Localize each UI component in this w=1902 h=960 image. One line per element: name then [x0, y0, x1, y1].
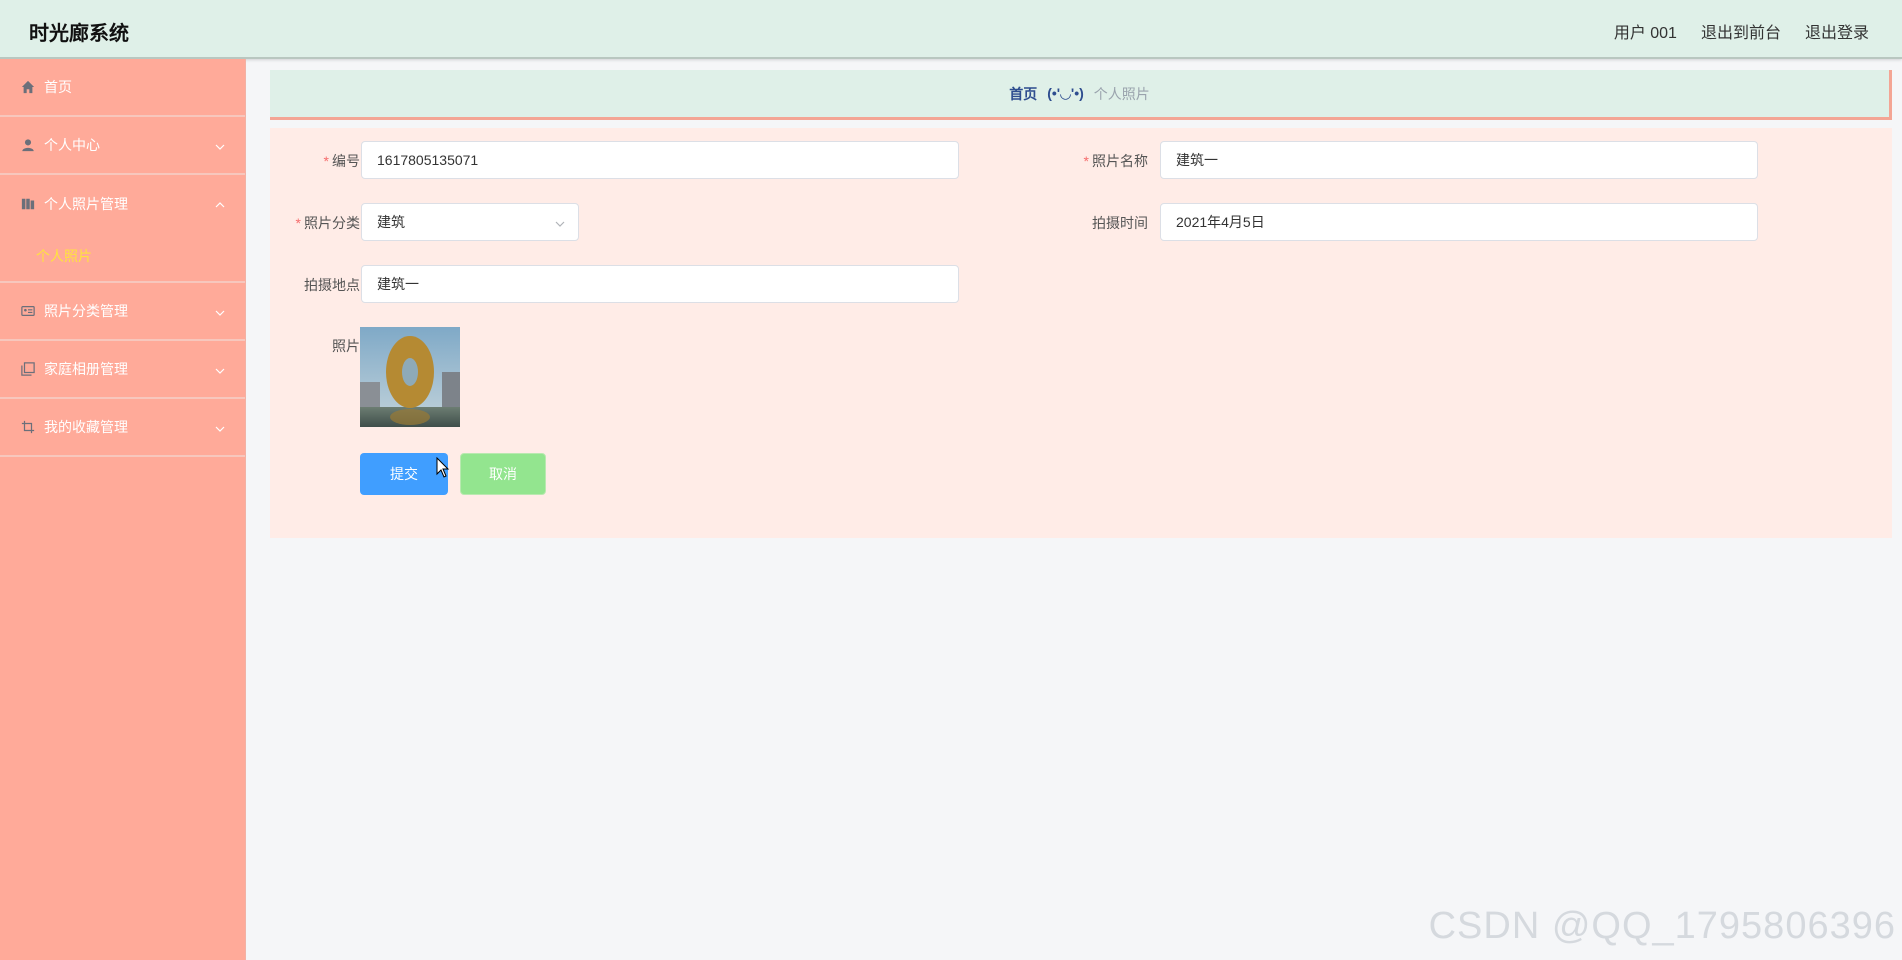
- watermark: CSDN @QQ_1795806396: [1428, 905, 1896, 947]
- sidebar-item-label: 我的收藏管理: [44, 419, 128, 435]
- home-icon: [20, 79, 36, 95]
- sidebar-item-label: 个人照片管理: [44, 196, 128, 212]
- top-nav: 用户 001 退出到前台 退出登录: [1614, 19, 1869, 43]
- shoot-time-label: 拍摄时间: [1092, 215, 1148, 231]
- location-input[interactable]: 建筑一: [361, 265, 959, 303]
- exit-to-frontend-link[interactable]: 退出到前台: [1701, 19, 1781, 43]
- sidebar-item-label: 家庭相册管理: [44, 361, 128, 377]
- category-select[interactable]: 建筑: [361, 203, 579, 241]
- user-icon: [20, 137, 36, 153]
- location-label: 拍摄地点: [304, 277, 360, 293]
- photo-name-input[interactable]: 建筑一: [1160, 141, 1758, 179]
- cancel-button[interactable]: 取消: [460, 453, 546, 495]
- breadcrumb: 首页 (•'◡'•) 个人照片: [270, 70, 1892, 120]
- chevron-down-icon: [215, 363, 225, 374]
- sidebar-item-label: 照片分类管理: [44, 303, 128, 319]
- breadcrumb-separator: (•'◡'•): [1047, 85, 1084, 101]
- category-label: * 照片分类: [295, 215, 360, 231]
- sidebar-item-album-management[interactable]: 家庭相册管理: [0, 341, 245, 399]
- logout-link[interactable]: 退出登录: [1805, 19, 1869, 43]
- required-mark: *: [323, 153, 329, 169]
- app-title: 时光廊系统: [29, 23, 129, 45]
- photo-name-label: * 照片名称: [1083, 153, 1148, 169]
- user-name-link[interactable]: 用户 001: [1614, 19, 1677, 43]
- copy-icon: [20, 361, 36, 377]
- id-card-icon: [20, 303, 36, 319]
- sidebar-item-category-management[interactable]: 照片分类管理: [0, 283, 245, 341]
- submit-button[interactable]: 提交: [360, 453, 448, 495]
- photo-form: * 编号 1617805135071 * 照片名称 建筑一 * 照片分类 建筑 拍摄时…: [270, 128, 1892, 538]
- book-icon: [20, 196, 36, 212]
- id-input[interactable]: 1617805135071: [361, 141, 959, 179]
- sidebar-item-label: 首页: [44, 79, 72, 95]
- chevron-up-icon: [215, 197, 225, 208]
- sidebar-item-photo-management[interactable]: 个人照片管理: [0, 175, 245, 233]
- sidebar-item-personal-center[interactable]: 个人中心: [0, 117, 245, 175]
- breadcrumb-current: 个人照片: [1093, 85, 1150, 102]
- sidebar-item-home[interactable]: 首页: [0, 59, 245, 117]
- required-mark: *: [295, 215, 301, 231]
- mouse-cursor-icon: [436, 456, 450, 479]
- breadcrumb-home[interactable]: 首页: [1009, 84, 1037, 104]
- chevron-down-icon: [215, 305, 225, 316]
- chevron-down-icon: [215, 421, 225, 432]
- shoot-time-input[interactable]: 2021年4月5日: [1160, 203, 1758, 241]
- sidebar-subitem-personal-photos[interactable]: 个人照片: [0, 231, 245, 283]
- required-mark: *: [1083, 153, 1089, 169]
- chevron-down-icon: [554, 217, 566, 229]
- sidebar: 首页 个人中心 个人照片管理 个人照片 照片分类管理 家庭相册管理 我的收藏管理: [0, 59, 246, 960]
- category-select-value: 建筑: [377, 214, 405, 230]
- photo-label: 照片: [332, 338, 360, 354]
- sidebar-item-label: 个人中心: [44, 137, 100, 153]
- chevron-down-icon: [215, 139, 225, 150]
- id-label: * 编号: [323, 153, 360, 169]
- top-header: 时光廊系统 用户 001 退出到前台 退出登录: [0, 0, 1902, 59]
- sidebar-item-favorites-management[interactable]: 我的收藏管理: [0, 399, 245, 457]
- crop-icon: [20, 419, 36, 435]
- photo-thumbnail[interactable]: [360, 327, 460, 427]
